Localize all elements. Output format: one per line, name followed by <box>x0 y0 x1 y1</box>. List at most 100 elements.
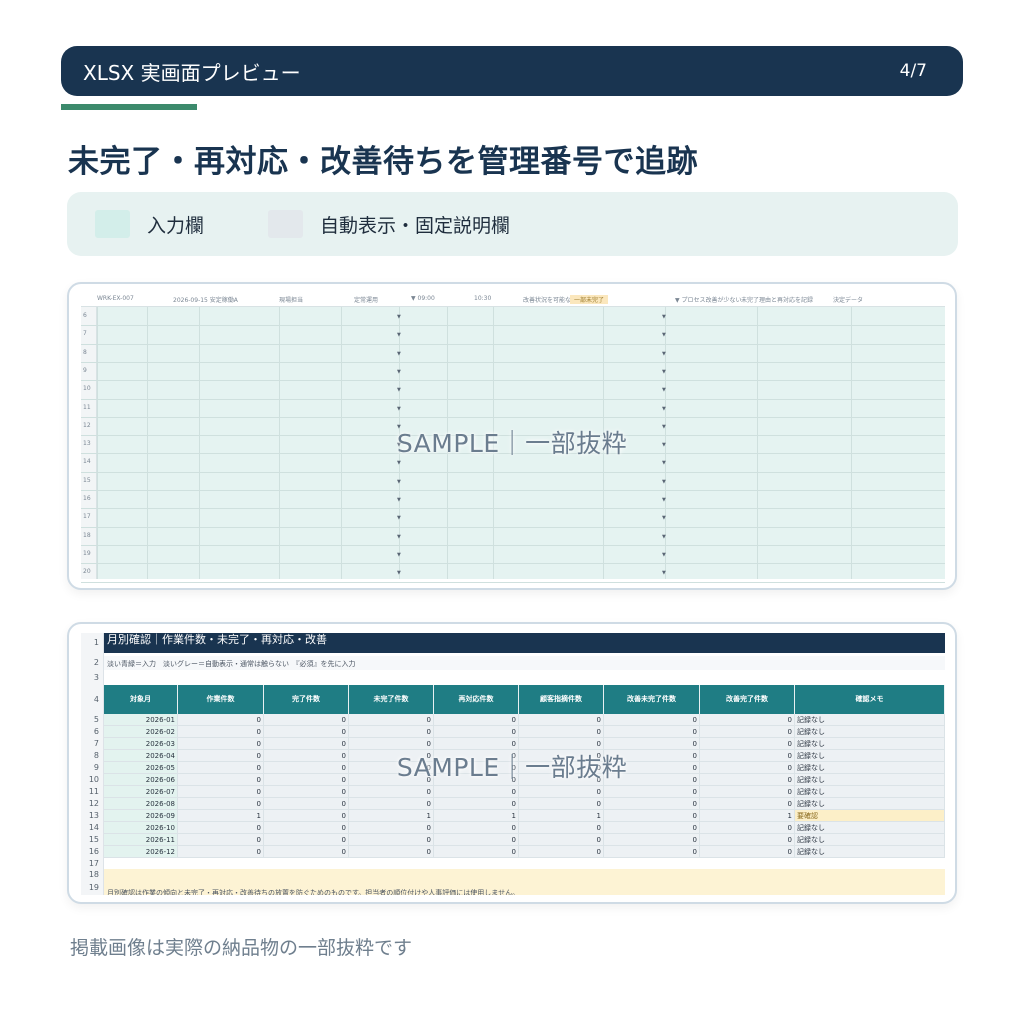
count-cell: 0 <box>349 726 434 738</box>
row-number: 7 <box>93 739 99 748</box>
column-header: 完了件数 <box>264 685 349 714</box>
count-cell: 0 <box>604 798 700 810</box>
dropdown-arrow-icon[interactable]: ▼ <box>662 534 666 540</box>
row-number: 11 <box>88 787 99 796</box>
grid-row-line <box>81 526 945 528</box>
dropdown-arrow-icon[interactable]: ▼ <box>397 570 401 576</box>
column-header: 再対応件数 <box>434 685 519 714</box>
dropdown-arrow-icon[interactable]: ▼ <box>662 314 666 320</box>
row-number: 17 <box>88 858 99 868</box>
dropdown-arrow-icon[interactable]: ▼ <box>662 497 666 503</box>
input-legend-label: 入力欄 <box>147 214 205 237</box>
count-cell: 0 <box>264 786 349 798</box>
dropdown-arrow-icon[interactable]: ▼ <box>662 515 666 521</box>
count-cell: 0 <box>700 726 795 738</box>
sheet-preview-2: 1 2 3 4 5 6 7 8 9 10 11 12 13 14 15 16 17 18 19 月別確認｜作業件数・… <box>67 622 957 904</box>
row-number: 2 <box>93 658 99 667</box>
dropdown-arrow-icon[interactable]: ▼ <box>397 351 401 357</box>
accent-underline <box>61 104 197 110</box>
grid-row-line <box>81 361 945 363</box>
header-bar: XLSX 実画面プレビュー 4/7 <box>61 46 963 96</box>
dropdown-arrow-icon[interactable]: ▼ <box>397 369 401 375</box>
header-cell: 2026-09-15 安定稼働A <box>173 297 238 304</box>
row-number: 16 <box>83 495 91 502</box>
row-number: 17 <box>83 513 91 521</box>
dropdown-arrow-icon[interactable]: ▼ <box>397 497 401 503</box>
grid-row-line <box>81 471 945 473</box>
row-number: 14 <box>88 823 99 832</box>
count-cell: 0 <box>264 834 349 846</box>
count-cell: 0 <box>519 822 604 834</box>
count-cell: 0 <box>349 786 434 798</box>
page-indicator: 4/7 <box>899 61 927 81</box>
count-cell: 0 <box>604 714 700 726</box>
header-cell: 現場担当 <box>279 297 304 304</box>
count-cell: 0 <box>519 798 604 810</box>
dropdown-arrow-icon[interactable]: ▼ <box>662 369 666 375</box>
count-cell: 0 <box>604 834 700 846</box>
dropdown-arrow-icon[interactable]: ▼ <box>397 534 401 540</box>
dropdown-arrow-icon[interactable]: ▼ <box>662 570 666 576</box>
count-cell: 0 <box>349 834 434 846</box>
dropdown-arrow-icon[interactable]: ▼ <box>662 387 666 393</box>
row-number: 11 <box>83 403 91 411</box>
dropdown-arrow-icon[interactable]: ▼ <box>662 406 666 412</box>
count-cell: 0 <box>434 726 519 738</box>
dropdown-arrow-icon[interactable]: ▼ <box>662 332 666 338</box>
row-number: 4 <box>93 694 99 704</box>
month-cell: 2026-07 <box>104 786 178 798</box>
dropdown-arrow-icon[interactable]: ▼ <box>662 479 666 485</box>
memo-cell: 記録なし <box>795 798 945 810</box>
header-cell: 一部未完了 <box>570 295 609 304</box>
header-cell: 定常運用 <box>354 297 379 304</box>
count-cell: 0 <box>178 714 264 726</box>
row-number: 15 <box>88 835 99 844</box>
grid-row-line <box>81 544 945 546</box>
dropdown-arrow-icon[interactable]: ▼ <box>662 552 666 558</box>
grid-row-line <box>81 343 945 345</box>
dropdown-arrow-icon[interactable]: ▼ <box>397 332 401 338</box>
dropdown-arrow-icon[interactable]: ▼ <box>397 406 401 412</box>
header-cell: WRK-EX-007 <box>97 295 134 302</box>
row-number: 20 <box>83 568 91 576</box>
count-cell: 0 <box>264 726 349 738</box>
count-cell: 0 <box>700 786 795 798</box>
row-number: 5 <box>93 715 99 724</box>
grid-row-line <box>81 416 945 418</box>
row-number: 18 <box>88 870 99 879</box>
header-cell: 未完了理由と再対応を記録 <box>741 297 814 304</box>
dropdown-arrow-icon[interactable]: ▼ <box>397 479 401 485</box>
month-cell: 2026-08 <box>104 798 178 810</box>
footnote: 掲載画像は実際の納品物の一部抜粋です <box>70 937 413 959</box>
count-cell: 0 <box>434 834 519 846</box>
row-number: 16 <box>88 847 99 856</box>
dropdown-arrow-icon[interactable]: ▼ <box>397 387 401 393</box>
row-number: 19 <box>88 883 99 892</box>
dropdown-arrow-icon[interactable]: ▼ <box>397 552 401 558</box>
header-title: XLSX 実画面プレビュー <box>83 60 301 85</box>
dropdown-arrow-icon[interactable]: ▼ <box>397 515 401 521</box>
row-number: 3 <box>93 673 99 682</box>
count-cell: 0 <box>604 822 700 834</box>
dropdown-arrow-icon[interactable]: ▼ <box>397 460 401 466</box>
month-cell: 2026-01 <box>104 714 178 726</box>
dropdown-arrow-icon[interactable]: ▼ <box>662 351 666 357</box>
row-number: 18 <box>83 531 91 539</box>
dropdown-arrow-icon[interactable]: ▼ <box>662 460 666 466</box>
row-number: 1 <box>93 638 99 647</box>
sample-watermark: SAMPLE｜一部抜粋 <box>396 753 628 782</box>
dropdown-arrow-icon[interactable]: ▼ <box>397 314 401 320</box>
grid-row-line <box>81 490 945 491</box>
count-cell: 0 <box>700 834 795 846</box>
row-number: 7 <box>83 330 87 338</box>
memo-cell: 記録なし <box>795 822 945 834</box>
count-cell: 0 <box>264 798 349 810</box>
count-cell: 0 <box>434 846 519 858</box>
count-cell: 0 <box>519 846 604 858</box>
row-number: 15 <box>83 476 91 484</box>
header-cell: 10:30 <box>474 295 492 302</box>
sheet-title: 月別確認｜作業件数・未完了・再対応・改善 <box>104 633 945 653</box>
row-number: 6 <box>83 312 87 319</box>
row-number: 6 <box>93 727 99 736</box>
count-cell: 0 <box>519 726 604 738</box>
